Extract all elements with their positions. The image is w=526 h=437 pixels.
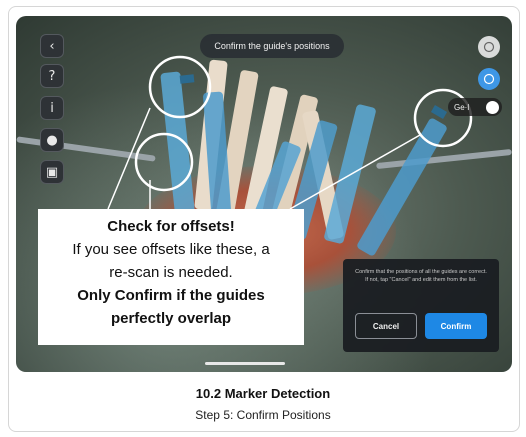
scan-button[interactable] [478, 36, 500, 58]
chevron-left-icon: ‹ [49, 38, 55, 54]
record-button[interactable]: ● [40, 128, 64, 152]
layers-button[interactable] [478, 68, 500, 90]
dialog-message: Confirm that the positions of all the gu… [355, 269, 487, 283]
home-indicator[interactable] [205, 362, 285, 365]
toggle-knob [486, 100, 499, 114]
annotation-emphasis-2: perfectly overlap [110, 310, 232, 327]
help-icon: ? [48, 68, 56, 84]
back-button[interactable]: ‹ [40, 34, 64, 58]
camera-icon: ▣ [45, 164, 59, 180]
camera-button[interactable]: ▣ [40, 160, 64, 184]
annotation-emphasis-1: Only Confirm if the guides [77, 287, 265, 304]
info-icon: i [50, 100, 54, 116]
instruction-text: Confirm the guide's positions [214, 41, 330, 51]
guides-toggle[interactable]: Ge·l [448, 98, 502, 116]
offset-annotation-box: Check for offsets! If you see offsets li… [38, 209, 304, 345]
cancel-button[interactable]: Cancel [355, 313, 417, 339]
annotation-heading: Check for offsets! [107, 218, 235, 235]
record-icon: ● [46, 132, 58, 148]
annotation-text-1: If you see offsets like these, a [72, 241, 270, 258]
instruction-pill: Confirm the guide's positions [200, 34, 344, 58]
confirm-button[interactable]: Confirm [425, 313, 487, 339]
layers-icon [483, 73, 495, 85]
figure-caption-subtitle: Step 5: Confirm Positions [195, 408, 331, 422]
help-button[interactable]: ? [40, 64, 64, 88]
figure-caption-title: 10.2 Marker Detection [195, 386, 331, 401]
info-button[interactable]: i [40, 96, 64, 120]
toggle-label: Ge·l [454, 102, 470, 112]
confirm-positions-dialog: Confirm that the positions of all the gu… [343, 259, 499, 352]
scan-icon [483, 41, 495, 53]
annotation-text-2: re-scan is needed. [109, 264, 233, 281]
